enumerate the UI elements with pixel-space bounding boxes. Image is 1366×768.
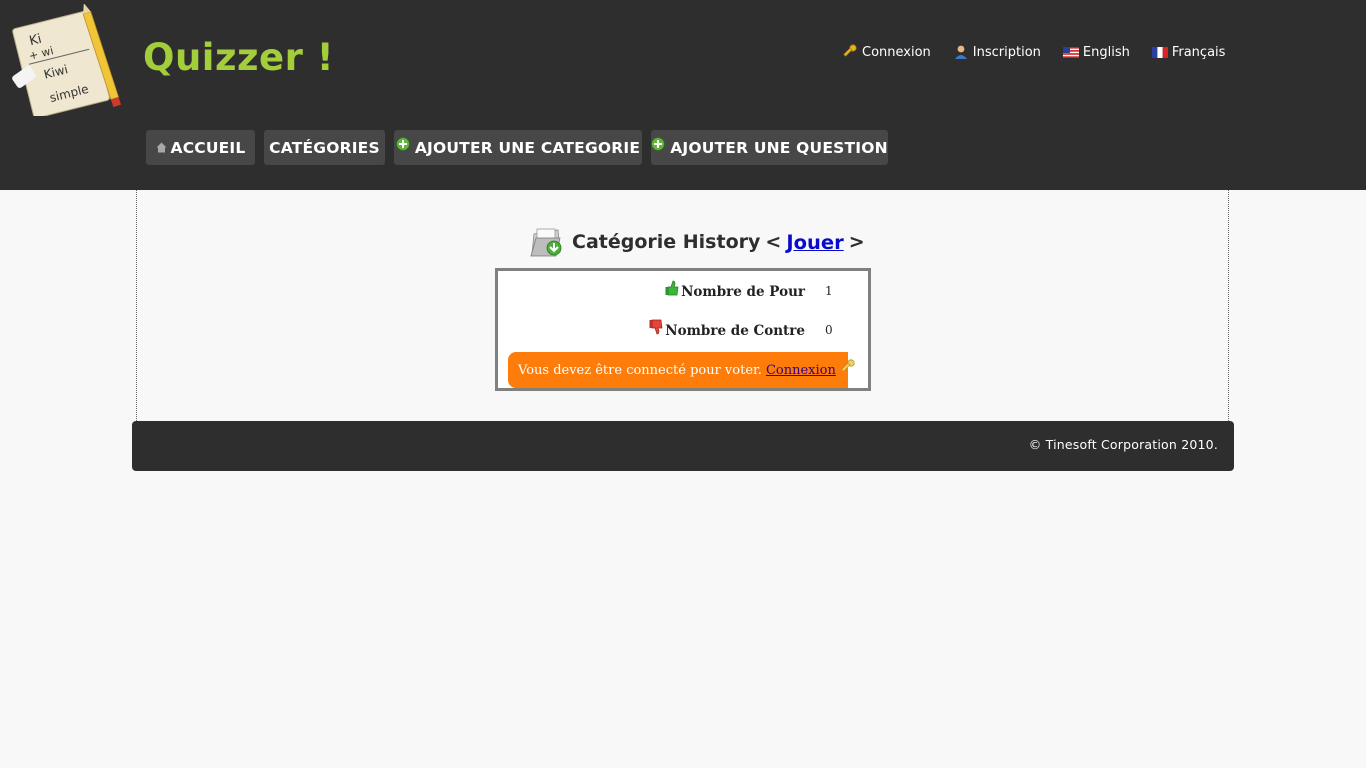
add-icon <box>651 136 665 151</box>
thumbs-up-icon <box>665 280 679 296</box>
nav-home-button[interactable]: ACCUEIL <box>146 130 255 165</box>
votes-for-label: Nombre de Pour <box>681 284 805 300</box>
next-arrow[interactable]: > <box>849 231 865 253</box>
nav-add-category-button[interactable]: AJOUTER UNE CATEGORIE <box>394 130 642 165</box>
us-flag-icon <box>1062 46 1079 58</box>
home-icon <box>156 142 167 153</box>
register-link[interactable]: Inscription <box>953 44 1041 60</box>
thumbs-down-icon <box>649 319 663 335</box>
lang-english-link[interactable]: English <box>1062 44 1130 60</box>
vote-box: Nombre de Pour 1 Nombre de Contre 0 Vous… <box>495 268 871 391</box>
footer: © Tinesoft Corporation 2010. <box>132 421 1234 471</box>
prev-arrow[interactable]: < <box>765 231 781 253</box>
nav-categories-button[interactable]: CATÉGORIES <box>264 130 385 165</box>
top-links: Connexion Inscription English Français <box>842 42 1225 62</box>
notice-login-link[interactable]: Connexion <box>766 363 836 378</box>
lang-french-label: Français <box>1171 44 1226 60</box>
votes-against-row: Nombre de Contre 0 <box>498 319 868 347</box>
category-header: Catégorie History < Jouer > <box>530 222 870 262</box>
nav-home-label: ACCUEIL <box>170 138 246 157</box>
login-label: Connexion <box>862 44 931 60</box>
play-link[interactable]: Jouer <box>786 231 843 254</box>
lang-english-label: English <box>1082 44 1130 60</box>
votes-for-label-wrap: Nombre de Pour <box>665 280 805 300</box>
login-required-text: Vous devez être connecté pour voter. <box>518 362 762 378</box>
nav-add-question-button[interactable]: AJOUTER UNE QUESTION <box>651 130 888 165</box>
nav-categories-label: CATÉGORIES <box>269 138 380 157</box>
site-title[interactable]: Quizzer ! <box>143 36 334 79</box>
votes-for-value: 1 <box>825 284 833 298</box>
votes-against-value: 0 <box>825 323 833 337</box>
key-icon <box>842 44 858 60</box>
add-icon <box>396 136 410 151</box>
login-required-notice: Vous devez être connecté pour voter. Con… <box>508 352 855 388</box>
register-label: Inscription <box>972 44 1041 60</box>
login-link[interactable]: Connexion <box>842 44 931 60</box>
main-nav: ACCUEIL CATÉGORIES AJOUTER UNE CATEGORIE… <box>146 130 888 165</box>
votes-against-label-wrap: Nombre de Contre <box>649 319 805 339</box>
category-folder-icon <box>530 226 564 258</box>
user-icon <box>953 44 969 60</box>
header: Ki + wi Kiwi simple Quizzer ! Connexion … <box>0 0 1366 190</box>
nav-add-category-label: AJOUTER UNE CATEGORIE <box>414 138 641 157</box>
key-icon <box>840 359 856 375</box>
nav-add-question-label: AJOUTER UNE QUESTION <box>670 138 888 157</box>
lang-french-link[interactable]: Français <box>1151 44 1226 60</box>
votes-for-row: Nombre de Pour 1 <box>498 280 868 308</box>
category-title: Catégorie History <box>572 231 761 253</box>
copyright: © Tinesoft Corporation 2010. <box>1028 437 1218 452</box>
votes-against-label: Nombre de Contre <box>665 323 805 339</box>
fr-flag-icon <box>1151 46 1168 58</box>
logo: Ki + wi Kiwi simple <box>12 4 121 116</box>
